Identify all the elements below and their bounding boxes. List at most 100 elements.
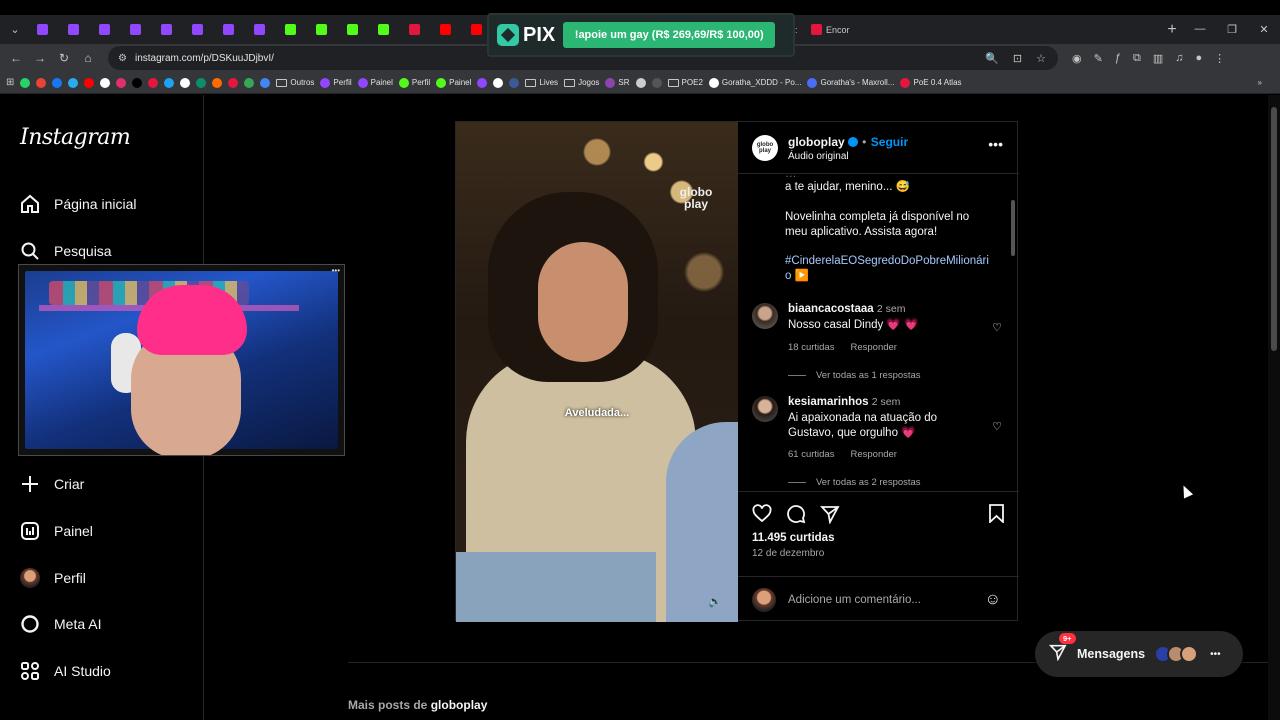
bookmark-item[interactable] (52, 77, 63, 88)
like-count[interactable]: 11.495 curtidas (752, 532, 834, 544)
browser-tab[interactable] (244, 18, 275, 42)
bookmark-item[interactable]: Perfil (398, 77, 430, 88)
browser-tab[interactable] (213, 18, 244, 42)
home-button-icon[interactable]: ⌂ (76, 51, 100, 65)
comment-likes[interactable]: 18 curtidas (788, 342, 834, 353)
reload-icon[interactable]: ↻ (52, 51, 76, 65)
bookmark-item[interactable] (260, 77, 271, 88)
caption-hashtag[interactable]: #CinderelaEOSegredoDoPobreMilionári (785, 254, 995, 269)
comments-scrollbar[interactable] (1009, 178, 1017, 490)
pen-extension-icon[interactable]: ✎ (1094, 52, 1103, 65)
bookmark-item[interactable] (36, 77, 47, 88)
more-options-icon[interactable]: ••• (988, 136, 1003, 152)
bookmark-item[interactable] (132, 77, 143, 88)
puzzle-extension-icon[interactable]: ⧉ (1133, 52, 1141, 65)
nav-meta-ai[interactable]: Meta AI (20, 614, 101, 634)
save-bookmark-icon[interactable] (988, 504, 1005, 528)
nav-ai-studio[interactable]: AI Studio (20, 661, 111, 681)
profile-avatar-icon[interactable]: ● (1195, 52, 1202, 65)
bookmark-item[interactable] (509, 77, 520, 88)
bookmark-folder[interactable]: Outros (276, 78, 314, 87)
browser-tab[interactable]: Encor (804, 18, 856, 42)
audio-label[interactable]: Áudio original (788, 151, 908, 162)
bookmark-item[interactable] (477, 77, 488, 88)
bookmarks-overflow-icon[interactable]: » (1258, 78, 1262, 87)
bookmark-folder[interactable]: Lives (525, 78, 558, 87)
comment-bubble-icon[interactable] (786, 504, 806, 529)
page-scrollbar-thumb[interactable] (1271, 107, 1277, 351)
comment-username[interactable]: kesiamarinhos (788, 396, 869, 408)
browser-tab[interactable] (120, 18, 151, 42)
close-icon[interactable]: ✕ (1248, 23, 1280, 36)
forward-icon[interactable]: → (28, 51, 52, 65)
zoom-icon[interactable]: 🔍 (985, 52, 999, 65)
comment-like-heart-icon[interactable]: ♡ (992, 420, 1002, 433)
comment-input[interactable]: Adicione um comentário... (788, 594, 921, 606)
nav-create[interactable]: Criar (20, 474, 84, 494)
bookmark-item[interactable] (84, 77, 95, 88)
browser-tab[interactable] (430, 18, 461, 42)
browser-tab[interactable] (399, 18, 430, 42)
bookmark-item[interactable] (20, 77, 31, 88)
more-posts-account[interactable]: globoplay (431, 698, 488, 712)
browser-tab[interactable] (182, 18, 213, 42)
view-replies-link[interactable]: Ver todas as 2 respostas (788, 477, 921, 488)
browser-tab[interactable] (337, 18, 368, 42)
browser-tab[interactable] (368, 18, 399, 42)
nav-search[interactable]: Pesquisa (20, 241, 112, 261)
bookmark-item[interactable]: PoE 0.4 Atlas (900, 77, 962, 88)
browser-tab[interactable] (89, 18, 120, 42)
bookmark-item[interactable] (244, 77, 255, 88)
commenter-avatar[interactable] (752, 396, 778, 422)
comment-reply-button[interactable]: Responder (850, 449, 896, 460)
bookmark-item[interactable] (164, 77, 175, 88)
bookmark-item[interactable] (196, 77, 207, 88)
comment-username[interactable]: biaancacostaaa (788, 303, 874, 315)
bookmark-item[interactable] (100, 77, 111, 88)
bookmark-item[interactable] (68, 77, 79, 88)
sidepanel-icon[interactable]: ▥ (1153, 52, 1163, 65)
comment-reply-button[interactable]: Responder (850, 342, 896, 353)
caption-hashtag-tail[interactable]: o ▶️ (785, 269, 995, 284)
bookmark-item[interactable]: Perfil (320, 77, 352, 88)
browser-tab[interactable] (151, 18, 182, 42)
follow-button[interactable]: Seguir (871, 135, 908, 149)
font-extension-icon[interactable]: ƒ (1115, 52, 1121, 65)
nav-home[interactable]: Página inicial (20, 194, 137, 214)
back-icon[interactable]: ← (4, 51, 28, 65)
tab-search-dropdown-icon[interactable]: ⌄ (3, 18, 27, 42)
apps-grid-icon[interactable]: ⊞ (6, 77, 14, 88)
bookmark-star-icon[interactable]: ☆ (1036, 52, 1046, 65)
instagram-logo[interactable]: Instagram (20, 125, 131, 150)
comment-like-heart-icon[interactable]: ♡ (992, 321, 1002, 334)
bookmark-item[interactable] (651, 77, 662, 88)
post-video[interactable]: globo play Aveludada... 🔈 (456, 122, 738, 622)
bookmark-folder[interactable]: Jogos (564, 78, 599, 87)
like-heart-icon[interactable] (752, 504, 772, 529)
account-avatar[interactable]: globo play (752, 134, 778, 161)
bookmark-item[interactable] (180, 77, 191, 88)
bookmark-item[interactable] (116, 77, 127, 88)
bookmark-item[interactable] (635, 77, 646, 88)
install-app-icon[interactable]: ⊡ (1013, 52, 1022, 65)
browser-tab[interactable] (306, 18, 337, 42)
view-replies-link[interactable]: Ver todas as 1 respostas (788, 370, 921, 381)
maximize-icon[interactable]: ❐ (1216, 23, 1248, 36)
browser-tab[interactable] (58, 18, 89, 42)
emoji-icon[interactable]: ☺ (985, 591, 1001, 609)
bookmark-folder[interactable]: POE2 (667, 78, 703, 87)
messages-button[interactable]: 9+ Mensagens ••• (1035, 631, 1243, 677)
volume-icon[interactable]: 🔈 (708, 595, 722, 608)
bookmark-item[interactable]: Painel (436, 77, 471, 88)
page-scrollbar[interactable] (1268, 95, 1280, 720)
bookmark-item[interactable]: SR (605, 77, 630, 88)
author-username[interactable]: globoplay (788, 135, 845, 149)
menu-kebab-icon[interactable]: ⋮ (1214, 52, 1225, 65)
bookmark-item[interactable]: Goratha_XDDD - Po... (708, 77, 801, 88)
commenter-avatar[interactable] (752, 303, 778, 329)
comment-likes[interactable]: 61 curtidas (788, 449, 834, 460)
bookmark-item[interactable] (212, 77, 223, 88)
bookmark-item[interactable]: Painel (357, 77, 393, 88)
new-tab-button[interactable]: + (1160, 21, 1184, 39)
minimize-icon[interactable]: — (1184, 23, 1216, 36)
